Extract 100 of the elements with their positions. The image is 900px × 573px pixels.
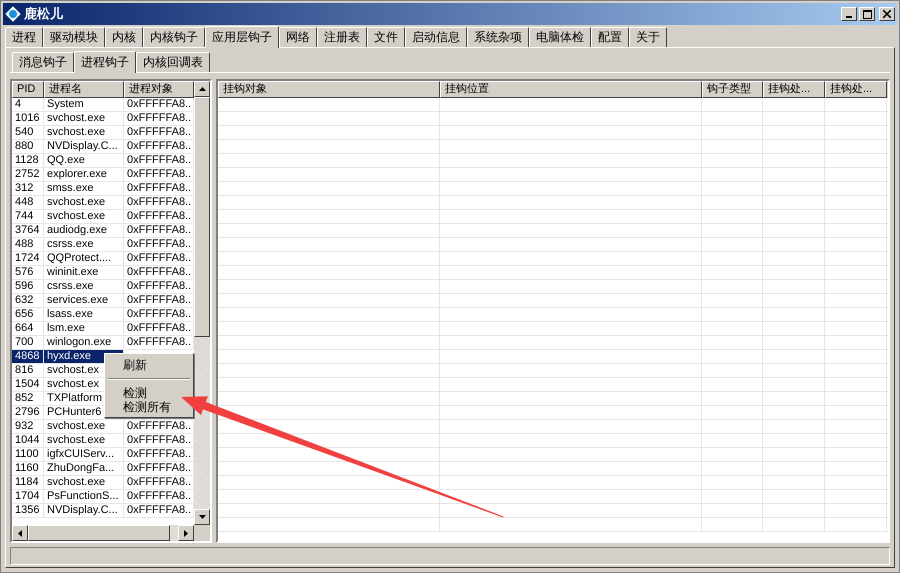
pid-cell: 1504	[12, 378, 44, 391]
pid-cell: 656	[12, 308, 44, 321]
scrollbar-thumb[interactable]	[194, 97, 210, 337]
tab[interactable]: 网络	[279, 27, 317, 47]
name-cell: audiodg.exe	[44, 224, 124, 237]
name-cell: wininit.exe	[44, 266, 124, 279]
object-cell: 0xFFFFFA8..	[124, 98, 194, 111]
tab[interactable]: 进程钩子	[74, 51, 136, 73]
tab[interactable]: 内核	[105, 27, 143, 47]
tab[interactable]: 配置	[591, 27, 629, 47]
pid-cell: 880	[12, 140, 44, 153]
pid-cell: 1356	[12, 504, 44, 517]
pid-cell: 1724	[12, 252, 44, 265]
tab[interactable]: 内核回调表	[136, 52, 210, 72]
process-row[interactable]: 1356 NVDisplay.C... 0xFFFFFA8..	[12, 504, 194, 518]
tab[interactable]: 应用层钩子	[205, 26, 279, 48]
process-row[interactable]: 1100 igfxCUIServ... 0xFFFFFA8..	[12, 448, 194, 462]
scroll-up-button[interactable]	[194, 81, 210, 97]
vertical-scrollbar[interactable]	[194, 81, 210, 525]
process-row[interactable]: 744 svchost.exe 0xFFFFFA8..	[12, 210, 194, 224]
process-row[interactable]: 880 NVDisplay.C... 0xFFFFFA8..	[12, 140, 194, 154]
tab[interactable]: 系统杂项	[467, 27, 529, 47]
object-cell: 0xFFFFFA8..	[124, 224, 194, 237]
object-cell: 0xFFFFFA8..	[124, 266, 194, 279]
tab[interactable]: 电脑体检	[529, 27, 591, 47]
pid-cell: 1128	[12, 154, 44, 167]
pid-cell: 744	[12, 210, 44, 223]
process-row[interactable]: 312 smss.exe 0xFFFFFA8..	[12, 182, 194, 196]
column-header[interactable]: 挂钩处...	[763, 81, 825, 98]
column-header[interactable]: PID	[12, 81, 44, 98]
process-row[interactable]: 596 csrss.exe 0xFFFFFA8..	[12, 280, 194, 294]
pid-cell: 1184	[12, 476, 44, 489]
pid-cell: 632	[12, 294, 44, 307]
up-arrow-icon	[198, 87, 206, 91]
process-row[interactable]: 1184 svchost.exe 0xFFFFFA8..	[12, 476, 194, 490]
column-header[interactable]: 挂钩处...	[825, 81, 887, 98]
process-row[interactable]: 2752 explorer.exe 0xFFFFFA8..	[12, 168, 194, 182]
process-row[interactable]: 1016 svchost.exe 0xFFFFFA8..	[12, 112, 194, 126]
close-button[interactable]	[879, 7, 895, 21]
column-header[interactable]: 进程对象	[124, 81, 194, 98]
pid-cell: 488	[12, 238, 44, 251]
pid-cell: 4	[12, 98, 44, 111]
name-cell: svchost.exe	[44, 112, 124, 125]
horizontal-scrollbar[interactable]	[12, 525, 194, 541]
process-row[interactable]: 632 services.exe 0xFFFFFA8..	[12, 294, 194, 308]
name-cell: svchost.exe	[44, 210, 124, 223]
name-cell: csrss.exe	[44, 238, 124, 251]
scrollbar-thumb[interactable]	[28, 525, 170, 541]
pid-cell: 448	[12, 196, 44, 209]
tab[interactable]: 关于	[629, 27, 667, 47]
name-cell: ZhuDongFa...	[44, 462, 124, 475]
process-row[interactable]: 1724 QQProtect.... 0xFFFFFA8..	[12, 252, 194, 266]
process-row[interactable]: 540 svchost.exe 0xFFFFFA8..	[12, 126, 194, 140]
pid-cell: 596	[12, 280, 44, 293]
name-cell: lsass.exe	[44, 308, 124, 321]
process-row[interactable]: 576 wininit.exe 0xFFFFFA8..	[12, 266, 194, 280]
tab[interactable]: 进程	[5, 27, 43, 47]
process-row[interactable]: 448 svchost.exe 0xFFFFFA8..	[12, 196, 194, 210]
column-header[interactable]: 钩子类型	[702, 81, 763, 98]
tab[interactable]: 驱动模块	[43, 27, 105, 47]
column-header[interactable]: 挂钩位置	[440, 81, 702, 98]
process-row[interactable]: 4 System 0xFFFFFA8..	[12, 98, 194, 112]
pid-cell: 664	[12, 322, 44, 335]
scroll-left-button[interactable]	[12, 525, 28, 541]
pid-cell: 2752	[12, 168, 44, 181]
process-row[interactable]: 1160 ZhuDongFa... 0xFFFFFA8..	[12, 462, 194, 476]
pid-cell: 700	[12, 336, 44, 349]
scroll-right-button[interactable]	[178, 525, 194, 541]
minimize-button[interactable]	[841, 7, 857, 21]
process-row[interactable]: 1044 svchost.exe 0xFFFFFA8..	[12, 434, 194, 448]
down-arrow-icon	[198, 515, 206, 519]
scroll-down-button[interactable]	[194, 509, 210, 525]
scrollbar-track[interactable]	[170, 525, 178, 541]
column-header[interactable]: 进程名	[44, 81, 124, 98]
pid-cell: 576	[12, 266, 44, 279]
left-arrow-icon	[18, 530, 22, 536]
name-cell: System	[44, 98, 124, 111]
object-cell: 0xFFFFFA8..	[124, 280, 194, 293]
tab[interactable]: 注册表	[317, 27, 367, 47]
column-header[interactable]: 挂钩对象	[218, 81, 440, 98]
name-cell: svchost.exe	[44, 420, 124, 433]
process-row[interactable]: 1128 QQ.exe 0xFFFFFA8..	[12, 154, 194, 168]
name-cell: explorer.exe	[44, 168, 124, 181]
process-row[interactable]: 488 csrss.exe 0xFFFFFA8..	[12, 238, 194, 252]
process-row[interactable]: 3764 audiodg.exe 0xFFFFFA8..	[12, 224, 194, 238]
right-arrow-icon	[184, 530, 188, 536]
process-row[interactable]: 656 lsass.exe 0xFFFFFA8..	[12, 308, 194, 322]
process-row[interactable]: 932 svchost.exe 0xFFFFFA8..	[12, 420, 194, 434]
tab[interactable]: 启动信息	[405, 27, 467, 47]
object-cell: 0xFFFFFA8..	[124, 168, 194, 181]
process-row[interactable]: 1704 PsFunctionS... 0xFFFFFA8..	[12, 490, 194, 504]
object-cell: 0xFFFFFA8..	[124, 210, 194, 223]
name-cell: igfxCUIServ...	[44, 448, 124, 461]
name-cell: PsFunctionS...	[44, 490, 124, 503]
pid-cell: 3764	[12, 224, 44, 237]
pid-cell: 1016	[12, 112, 44, 125]
process-row[interactable]: 664 lsm.exe 0xFFFFFA8..	[12, 322, 194, 336]
tab[interactable]: 文件	[367, 27, 405, 47]
maximize-button[interactable]	[859, 7, 875, 21]
object-cell: 0xFFFFFA8..	[124, 182, 194, 195]
